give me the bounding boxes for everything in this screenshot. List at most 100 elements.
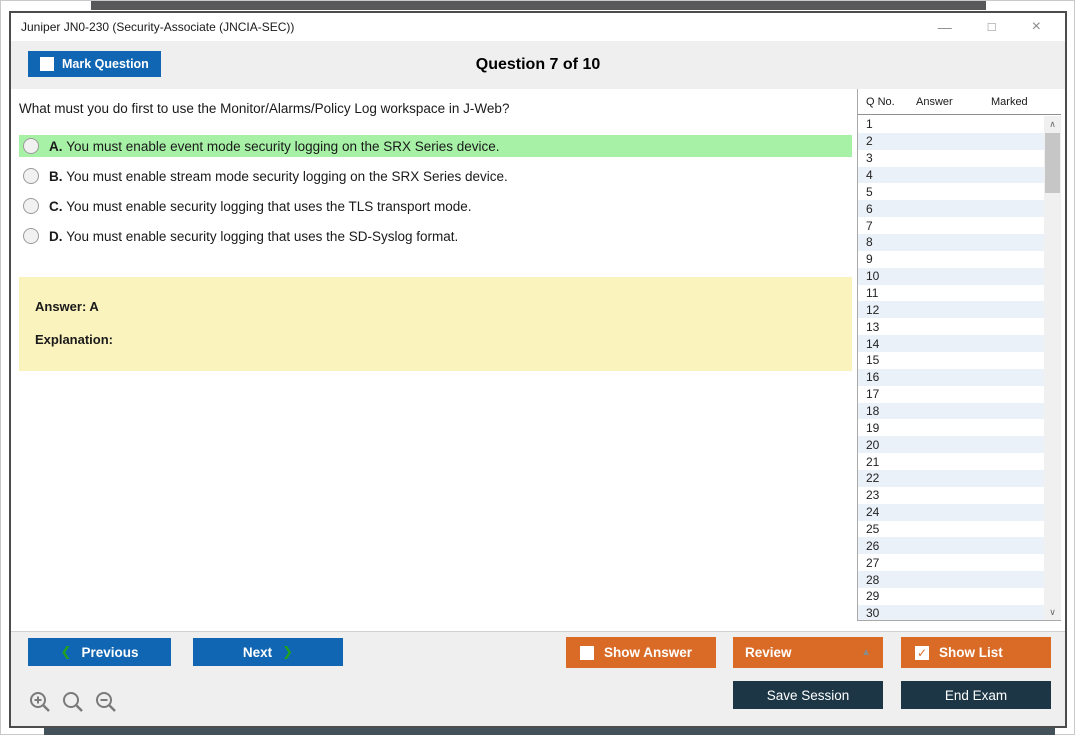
question-list-row[interactable]: 20 [858,436,1044,454]
option-d[interactable]: D. You must enable security logging that… [19,225,852,247]
radio-icon[interactable] [23,168,39,184]
row-qno: 6 [866,201,873,216]
save-session-label: Save Session [766,687,850,703]
row-qno: 17 [866,387,880,402]
zoom-reset-icon[interactable] [61,690,85,714]
row-qno: 21 [866,454,880,469]
row-qno: 28 [866,572,880,587]
question-text: What must you do first to use the Monito… [19,101,510,116]
row-qno: 20 [866,437,880,452]
radio-icon[interactable] [23,228,39,244]
question-list-row[interactable]: 5 [858,183,1044,201]
question-list-row[interactable]: 30 [858,604,1044,620]
question-list-row[interactable]: 27 [858,554,1044,572]
radio-icon[interactable] [23,198,39,214]
row-qno: 27 [866,555,880,570]
show-list-checkbox-icon: ✓ [915,645,929,660]
question-list-row[interactable]: 9 [858,250,1044,268]
zoom-out-icon[interactable] [94,690,118,714]
end-exam-button[interactable]: End Exam [901,681,1051,709]
question-list-row[interactable]: 17 [858,385,1044,403]
row-qno: 14 [866,336,880,351]
question-list-row[interactable]: 11 [858,284,1044,302]
row-qno: 8 [866,235,873,250]
previous-button[interactable]: ❮ Previous [28,638,171,666]
row-qno: 30 [866,606,880,620]
radio-icon[interactable] [23,138,39,154]
question-list-row[interactable]: 1 [858,116,1044,133]
question-list-panel: Q No. Answer Marked 1 2 3 4 5 6 7 8 9 10 11 12 13 14 1… [857,89,1061,621]
row-qno: 25 [866,522,880,537]
question-list-row[interactable]: 22 [858,470,1044,487]
question-list-row[interactable]: 21 [858,453,1044,471]
check-icon: ✓ [916,645,928,660]
question-list-body: 1 2 3 4 5 6 7 8 9 10 11 12 13 14 15 16 17 18 19 20 21 22 23 24 2… [858,116,1044,620]
question-list-row[interactable]: 14 [858,335,1044,353]
row-qno: 2 [866,134,873,149]
question-list-row[interactable]: 18 [858,402,1044,420]
header-bar: Mark Question Question 7 of 10 [11,41,1065,89]
zoom-in-icon[interactable] [28,690,52,714]
question-list-row[interactable]: 8 [858,234,1044,251]
row-qno: 26 [866,538,880,553]
question-list-scrollbar[interactable]: ∧ ∨ [1044,116,1061,620]
row-qno: 7 [866,218,873,233]
end-exam-label: End Exam [944,687,1008,703]
row-qno: 12 [866,302,880,317]
question-list-row[interactable]: 26 [858,537,1044,555]
question-counter: Question 7 of 10 [475,56,601,73]
question-list-row[interactable]: 28 [858,571,1044,589]
review-label: Review [745,645,792,660]
question-list-row[interactable]: 25 [858,520,1044,538]
row-qno: 16 [866,370,880,385]
option-a[interactable]: A. You must enable event mode security l… [19,135,852,157]
question-list-row[interactable]: 23 [858,486,1044,504]
previous-label: Previous [81,644,139,660]
row-qno: 5 [866,184,873,199]
show-list-button[interactable]: ✓ Show List [901,637,1051,668]
scrollbar-thumb[interactable] [1045,133,1060,193]
question-list-row[interactable]: 12 [858,301,1044,319]
question-list-row[interactable]: 15 [858,352,1044,369]
question-list-row[interactable]: 13 [858,318,1044,336]
question-list-row[interactable]: 2 [858,132,1044,150]
question-list-row[interactable]: 10 [858,267,1044,285]
close-icon[interactable]: × [1032,19,1041,35]
question-list-header: Q No. Answer Marked [858,89,1061,115]
footer-bar: ❮ Previous Next ❯ Show Answer Review ▲ ✓… [11,631,1065,726]
title-bar: Juniper JN0-230 (Security-Associate (JNC… [11,13,1065,41]
question-list-row[interactable]: 6 [858,200,1044,218]
scroll-up-icon[interactable]: ∧ [1044,116,1061,132]
question-list-row[interactable]: 16 [858,368,1044,386]
scroll-down-icon[interactable]: ∨ [1044,604,1061,620]
question-list-row[interactable]: 4 [858,166,1044,184]
question-list-row[interactable]: 29 [858,588,1044,605]
row-qno: 13 [866,319,880,334]
previous-chevron-icon: ❮ [60,644,72,659]
next-button[interactable]: Next ❯ [193,638,343,666]
option-c[interactable]: C. You must enable security logging that… [19,195,852,217]
maximize-icon[interactable]: □ [988,20,996,34]
question-list-row[interactable]: 3 [858,149,1044,167]
answer-box: Answer: A Explanation: [19,277,852,371]
row-qno: 19 [866,420,880,435]
question-list-row[interactable]: 19 [858,419,1044,437]
answer-label: Answer: A [35,299,99,314]
show-list-label: Show List [939,645,1003,660]
row-qno: 10 [866,269,880,284]
show-answer-button[interactable]: Show Answer [566,637,716,668]
row-qno: 22 [866,471,880,486]
row-qno: 15 [866,353,880,368]
next-chevron-icon: ❯ [282,644,294,659]
desktop-backdrop-top [91,1,986,10]
save-session-button[interactable]: Save Session [733,681,883,709]
question-list-row[interactable]: 24 [858,503,1044,521]
row-qno: 4 [866,168,873,182]
option-b[interactable]: B. You must enable stream mode security … [19,165,852,187]
review-button[interactable]: Review ▲ [733,637,883,668]
minimize-icon[interactable]: — [938,20,952,34]
option-text: B. You must enable stream mode security … [49,168,508,184]
question-list-row[interactable]: 7 [858,217,1044,235]
mark-question-button[interactable]: Mark Question [28,51,161,77]
next-label: Next [242,644,273,660]
